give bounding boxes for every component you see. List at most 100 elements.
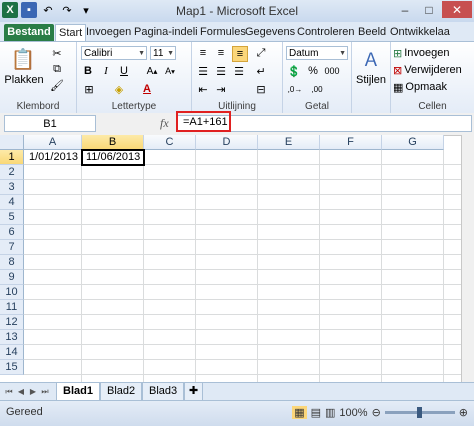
vertical-scrollbar[interactable] — [461, 135, 474, 382]
font-color-icon[interactable]: A — [139, 82, 155, 96]
gridline — [81, 150, 82, 382]
merge-center-icon[interactable]: ⊟ — [254, 82, 268, 96]
prev-sheet-icon[interactable]: ◀ — [16, 386, 26, 398]
zoom-out-icon[interactable]: ⊖ — [372, 406, 381, 419]
font-size-combo[interactable]: 11 ▼ — [150, 46, 176, 60]
name-box[interactable]: B1 — [4, 115, 96, 132]
next-sheet-icon[interactable]: ▶ — [28, 386, 38, 398]
row-header[interactable]: 14 — [0, 345, 24, 360]
tab-beeld[interactable]: Beeld — [358, 24, 386, 41]
column-header-a[interactable]: A — [24, 135, 82, 150]
tab-controleren[interactable]: Controleren — [297, 24, 354, 41]
close-icon[interactable]: ✕ — [442, 1, 472, 18]
underline-icon[interactable]: U — [117, 64, 131, 78]
normal-view-icon[interactable]: ▦ — [292, 406, 307, 419]
column-header-f[interactable]: F — [320, 135, 382, 150]
zoom-slider-thumb[interactable] — [416, 407, 422, 418]
row-header[interactable]: 5 — [0, 210, 24, 225]
sheet-tab-blad1[interactable]: Blad1 — [56, 383, 100, 401]
row-header[interactable]: 13 — [0, 330, 24, 345]
column-header-c[interactable]: C — [144, 135, 196, 150]
format-painter-icon[interactable]: 🖌 — [50, 78, 64, 92]
select-all-corner[interactable] — [0, 135, 24, 150]
align-top-icon[interactable]: ≡ — [196, 46, 210, 60]
bold-icon[interactable]: B — [81, 64, 95, 78]
cell-a1[interactable]: 1/01/2013 — [29, 150, 78, 165]
sheet-tab-blad2[interactable]: Blad2 — [100, 383, 143, 401]
zoom-slider[interactable] — [384, 407, 455, 418]
paste-button[interactable]: Plakken — [4, 74, 44, 86]
insert-cells-button[interactable]: ⊞ Invoegen — [393, 46, 473, 60]
number-format-combo[interactable]: Datum ▼ — [286, 46, 348, 60]
column-header-e[interactable]: E — [258, 135, 320, 150]
column-header-b[interactable]: B — [82, 135, 144, 150]
sheet-tab-blad3[interactable]: Blad3 — [142, 383, 185, 401]
align-left-icon[interactable]: ☰ — [196, 64, 210, 78]
insert-function-icon[interactable]: fx — [160, 116, 169, 131]
page-layout-icon[interactable]: ▤ — [311, 406, 321, 419]
row-header[interactable]: 12 — [0, 315, 24, 330]
row-header[interactable]: 11 — [0, 300, 24, 315]
borders-icon[interactable]: ⊞ — [81, 82, 97, 96]
tab-gegevens[interactable]: Gegevens — [245, 24, 295, 41]
row-header[interactable]: 7 — [0, 240, 24, 255]
minimize-icon[interactable]: – — [394, 1, 416, 18]
wrap-text-icon[interactable]: ↵ — [254, 64, 268, 78]
worksheet-grid[interactable]: A B C D E F G 1 2 3 4 5 6 7 8 9 10 11 12… — [0, 135, 474, 382]
tab-formules[interactable]: Formules — [200, 24, 246, 41]
paste-icon[interactable]: 📋 — [10, 46, 36, 72]
styles-button[interactable]: Stijlen — [354, 74, 388, 86]
page-break-icon[interactable]: ▥ — [325, 406, 335, 419]
delete-icon: ⊠ — [393, 64, 403, 77]
orientation-icon[interactable]: ⤢ — [254, 46, 268, 60]
decrease-indent-icon[interactable]: ⇤ — [196, 82, 210, 96]
tab-ontwikkelaars[interactable]: Ontwikkelaa — [390, 24, 450, 41]
zoom-level[interactable]: 100% — [339, 407, 367, 419]
align-center-icon[interactable]: ☰ — [214, 64, 228, 78]
percent-icon[interactable]: % — [306, 64, 320, 78]
last-sheet-icon[interactable]: ⏭ — [40, 386, 50, 398]
format-cells-button[interactable]: ▦ Opmaak — [393, 80, 473, 94]
maximize-icon[interactable]: □ — [418, 1, 440, 18]
currency-icon[interactable]: 💲 — [286, 64, 302, 78]
tab-pagina-indeling[interactable]: Pagina-indeli — [134, 24, 198, 41]
insert-sheet-icon[interactable]: ✚ — [184, 383, 204, 401]
zoom-in-icon[interactable]: ⊕ — [459, 406, 468, 419]
increase-indent-icon[interactable]: ⇥ — [214, 82, 228, 96]
gridline — [24, 359, 474, 360]
row-header[interactable]: 3 — [0, 180, 24, 195]
clipboard-group-label: Klembord — [16, 101, 60, 112]
ribbon: 📋 Plakken ✂ ⧉ 🖌 Klembord Calibri ▼ 11 ▼ B … — [0, 41, 474, 114]
row-header[interactable]: 15 — [0, 360, 24, 375]
gridline — [257, 150, 258, 382]
column-header-g[interactable]: G — [382, 135, 444, 150]
align-right-icon[interactable]: ☰ — [232, 64, 246, 78]
formula-bar: B1 fx =A1+161 — [0, 113, 474, 136]
delete-cells-button[interactable]: ⊠ Verwijderen — [393, 63, 473, 77]
font-name-combo[interactable]: Calibri ▼ — [81, 46, 147, 60]
grow-font-icon[interactable]: A ▴ — [145, 64, 159, 78]
row-header[interactable]: 1 — [0, 150, 24, 165]
column-header-d[interactable]: D — [196, 135, 258, 150]
fill-color-icon[interactable]: ◈ — [111, 82, 127, 96]
italic-icon[interactable]: I — [99, 64, 113, 78]
cut-icon[interactable]: ✂ — [50, 46, 64, 60]
tab-bestand[interactable]: Bestand — [4, 24, 54, 41]
tab-invoegen[interactable]: Invoegen — [86, 24, 131, 41]
copy-icon[interactable]: ⧉ — [50, 62, 64, 76]
row-header[interactable]: 10 — [0, 285, 24, 300]
row-header[interactable]: 6 — [0, 225, 24, 240]
align-bottom-icon[interactable]: ≡ — [232, 46, 248, 62]
comma-style-icon[interactable]: 000 — [324, 64, 339, 78]
styles-icon[interactable]: Ａ — [360, 48, 382, 70]
first-sheet-icon[interactable]: ⏮ — [4, 386, 14, 398]
decrease-decimal-icon[interactable]: ,00 — [308, 82, 326, 96]
row-header[interactable]: 9 — [0, 270, 24, 285]
row-header[interactable]: 2 — [0, 165, 24, 180]
align-middle-icon[interactable]: ≡ — [214, 46, 228, 60]
shrink-font-icon[interactable]: A ▾ — [163, 64, 177, 78]
row-header[interactable]: 8 — [0, 255, 24, 270]
row-header[interactable]: 4 — [0, 195, 24, 210]
increase-decimal-icon[interactable]: ,0→ — [286, 82, 304, 96]
tab-start[interactable]: Start — [55, 24, 87, 42]
